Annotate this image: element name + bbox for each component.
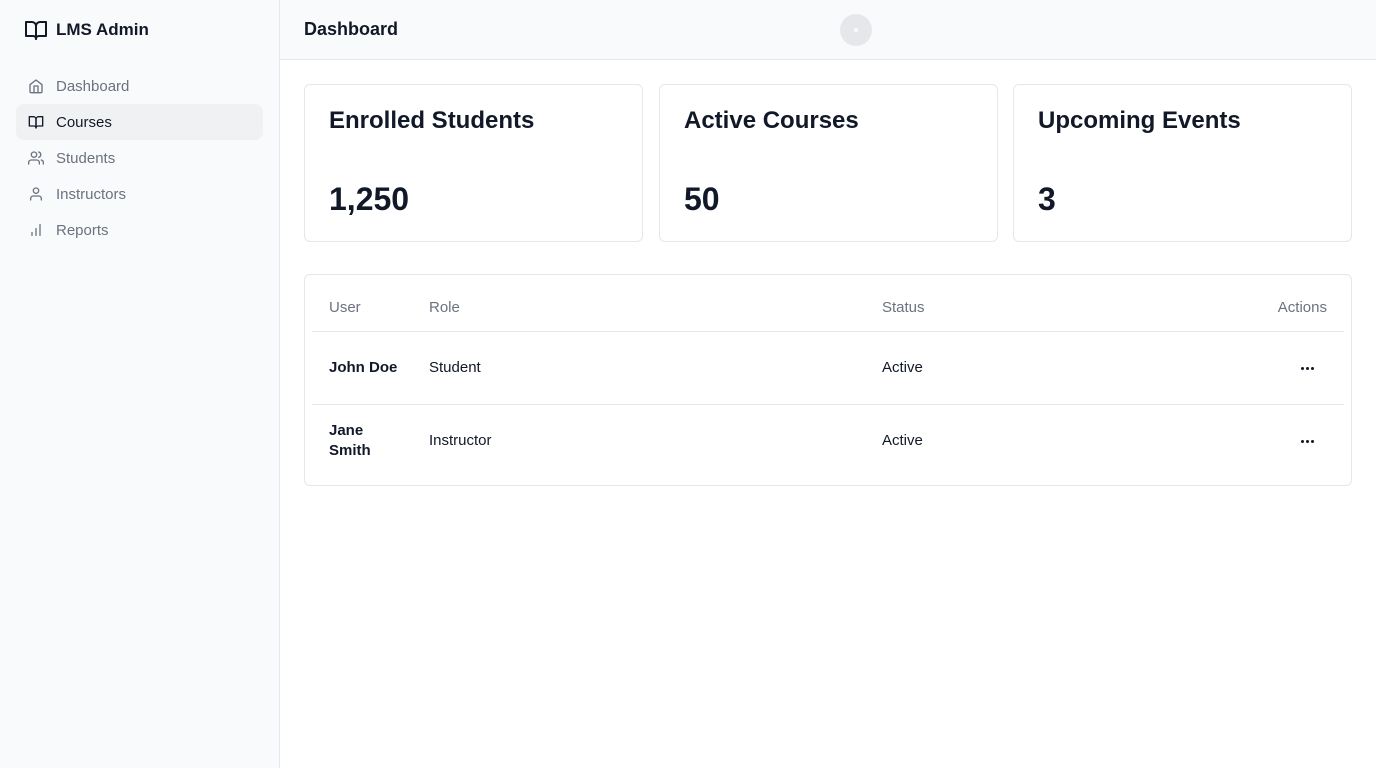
row-actions-button[interactable] bbox=[1289, 354, 1325, 382]
users-table: User Role Status Actions John Doe Studen… bbox=[304, 274, 1352, 486]
stat-card-value: 50 bbox=[684, 181, 720, 217]
user-role: Instructor bbox=[429, 432, 492, 449]
user-name: Jane Smith bbox=[329, 422, 371, 459]
column-header-user[interactable]: User bbox=[329, 299, 361, 316]
sidebar-item-label: Courses bbox=[56, 113, 112, 131]
stat-card-active-courses: Active Courses 50 bbox=[659, 84, 998, 242]
brand-name: LMS Admin bbox=[56, 20, 149, 39]
user-name: John Doe bbox=[329, 359, 398, 376]
column-header-role[interactable]: Role bbox=[429, 299, 460, 316]
book-open-icon bbox=[25, 21, 47, 40]
brand[interactable]: LMS Admin bbox=[24, 18, 149, 42]
sidebar-nav: Dashboard Courses Students Instructors R… bbox=[16, 68, 263, 248]
sidebar-item-label: Reports bbox=[56, 221, 109, 239]
bar-chart-icon bbox=[28, 222, 44, 238]
column-header-actions: Actions bbox=[1277, 299, 1327, 316]
home-icon bbox=[28, 78, 44, 94]
sidebar-item-label: Students bbox=[56, 149, 116, 167]
column-header-status[interactable]: Status bbox=[882, 299, 925, 316]
user-icon bbox=[28, 186, 44, 202]
avatar[interactable] bbox=[840, 14, 872, 46]
user-status: Active bbox=[882, 432, 923, 449]
sidebar-item-students[interactable]: Students bbox=[16, 140, 263, 176]
row-actions-button[interactable] bbox=[1289, 427, 1325, 455]
divider bbox=[312, 331, 1344, 332]
sidebar-item-label: Instructors bbox=[56, 185, 127, 203]
sidebar-item-label: Dashboard bbox=[56, 77, 130, 95]
more-horizontal-icon bbox=[1300, 439, 1314, 443]
stat-card-value: 1,250 bbox=[329, 181, 410, 217]
sidebar-item-courses[interactable]: Courses bbox=[16, 104, 263, 140]
sidebar-item-reports[interactable]: Reports bbox=[16, 212, 263, 248]
users-icon bbox=[28, 150, 44, 166]
divider bbox=[312, 404, 1344, 405]
stat-card-title: Upcoming Events bbox=[1038, 107, 1241, 134]
sidebar-item-dashboard[interactable]: Dashboard bbox=[16, 68, 263, 104]
stat-card-value: 3 bbox=[1038, 181, 1056, 217]
sidebar: LMS Admin Dashboard Courses Students Ins… bbox=[0, 0, 280, 768]
stat-card-enrolled-students: Enrolled Students 1,250 bbox=[304, 84, 643, 242]
stat-card-title: Active Courses bbox=[684, 107, 859, 134]
stat-card-upcoming-events: Upcoming Events 3 bbox=[1013, 84, 1352, 242]
user-role: Student bbox=[429, 359, 481, 376]
page-title: Dashboard bbox=[304, 19, 399, 39]
top-bar: Dashboard bbox=[280, 0, 1376, 60]
user-status: Active bbox=[882, 359, 923, 376]
book-icon bbox=[28, 114, 44, 130]
stat-card-title: Enrolled Students bbox=[329, 107, 535, 134]
more-horizontal-icon bbox=[1300, 366, 1314, 370]
sidebar-item-instructors[interactable]: Instructors bbox=[16, 176, 263, 212]
